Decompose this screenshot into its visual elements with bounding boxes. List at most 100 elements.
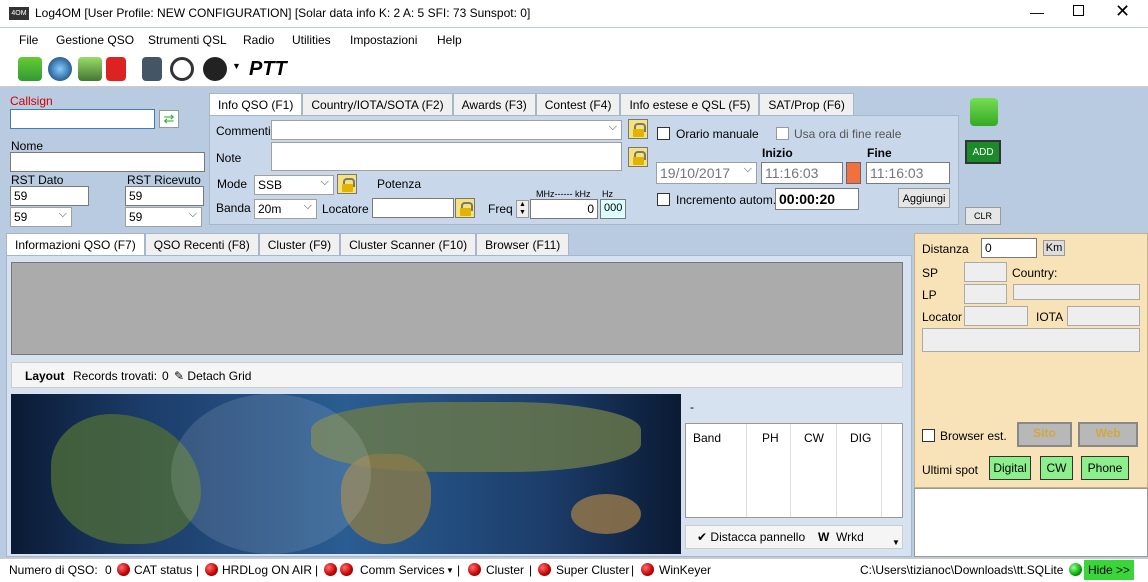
- commenti-select[interactable]: [271, 120, 622, 140]
- date-picker[interactable]: 19/10/2017: [656, 162, 757, 184]
- qso-grid[interactable]: [11, 262, 903, 355]
- tab-info-qso[interactable]: Info QSO (F1): [209, 93, 303, 115]
- cw-button[interactable]: CW: [1040, 456, 1073, 480]
- tab-cluster-scanner[interactable]: Cluster Scanner (F10): [340, 233, 477, 255]
- headset-icon[interactable]: [170, 57, 194, 81]
- note-textarea[interactable]: [271, 142, 622, 171]
- night-shadow: [171, 394, 371, 554]
- locator-input[interactable]: [964, 306, 1028, 326]
- hide-button[interactable]: Hide >>: [1084, 560, 1134, 580]
- layout-label[interactable]: Layout: [25, 369, 64, 383]
- duration-input[interactable]: 00:00:20: [775, 188, 859, 210]
- end-time-input[interactable]: 11:16:03: [866, 162, 950, 184]
- start-time-input[interactable]: 11:16:03: [761, 162, 843, 184]
- hrdlog-status-icon: [205, 563, 218, 576]
- rst-sent-select[interactable]: 59: [10, 207, 72, 227]
- menu-help[interactable]: Help: [437, 33, 462, 47]
- country-input[interactable]: [1013, 284, 1140, 300]
- tab-cluster[interactable]: Cluster (F9): [258, 233, 341, 255]
- maximize-button[interactable]: [1073, 5, 1084, 16]
- lookup-icon[interactable]: ⇄: [159, 110, 179, 128]
- menu-radio[interactable]: Radio: [243, 33, 274, 47]
- world-map[interactable]: [11, 394, 681, 554]
- callsign-input[interactable]: [10, 109, 155, 129]
- banda-select[interactable]: 20m: [254, 199, 317, 219]
- chevron-down-icon[interactable]: ▼: [232, 61, 241, 71]
- spot-list[interactable]: [914, 488, 1148, 557]
- clr-button[interactable]: CLR: [965, 207, 1001, 225]
- iota-input[interactable]: [1067, 306, 1140, 326]
- web-button[interactable]: Web: [1078, 422, 1138, 447]
- tab-qso-recenti[interactable]: QSO Recenti (F8): [144, 233, 259, 255]
- winkeyer-label[interactable]: WinKeyer: [659, 563, 711, 577]
- super-cluster-label[interactable]: Super Cluster: [556, 563, 629, 577]
- digital-button[interactable]: Digital: [989, 456, 1031, 480]
- comm-services-label[interactable]: Comm Services: [360, 563, 445, 577]
- mode-select[interactable]: SSB: [254, 175, 334, 195]
- scroll-down-icon[interactable]: ▼: [892, 538, 900, 547]
- nome-input[interactable]: [10, 152, 205, 172]
- cluster-label[interactable]: Cluster: [486, 563, 524, 577]
- hrdlog-label[interactable]: HRDLog ON AIR: [222, 563, 312, 577]
- tab-info-estese-qsl[interactable]: Info estese e QSL (F5): [620, 93, 760, 115]
- robot-icon[interactable]: [142, 57, 162, 81]
- info-input[interactable]: [922, 328, 1140, 352]
- usa-ora-checkbox[interactable]: [776, 127, 789, 140]
- rst-sent-input[interactable]: 59: [10, 186, 89, 206]
- aggiungi-button[interactable]: Aggiungi: [898, 188, 950, 208]
- menu-gestione-qso[interactable]: Gestione QSO: [56, 33, 134, 47]
- incremento-checkbox[interactable]: [657, 193, 670, 206]
- save-icon[interactable]: [970, 98, 998, 126]
- book-icon[interactable]: [78, 57, 102, 81]
- tab-sat-prop[interactable]: SAT/Prop (F6): [759, 93, 854, 115]
- locatore-input[interactable]: [372, 198, 454, 218]
- satellite-dish-icon[interactable]: [203, 57, 227, 81]
- browser-est-checkbox[interactable]: [922, 429, 935, 442]
- freq-input[interactable]: 0: [530, 199, 598, 219]
- freq-spinner[interactable]: ▲ ▼: [516, 200, 529, 218]
- detach-panel-button[interactable]: ✔ Distacca pannello: [697, 530, 805, 544]
- tab-informazioni-qso[interactable]: Informazioni QSO (F7): [6, 233, 145, 255]
- lock-icon[interactable]: [628, 119, 648, 139]
- sito-button[interactable]: Sito: [1017, 422, 1072, 447]
- wifi-icon[interactable]: [18, 57, 42, 81]
- mailbox-icon[interactable]: [106, 57, 126, 81]
- ultimi-spot-label: Ultimi spot: [922, 463, 979, 477]
- ptt-button[interactable]: PTT: [249, 58, 287, 81]
- stop-button[interactable]: [846, 162, 861, 184]
- rst-rcvd-select[interactable]: 59: [125, 207, 202, 227]
- tab-awards[interactable]: Awards (F3): [452, 93, 536, 115]
- phone-button[interactable]: Phone: [1081, 456, 1129, 480]
- tab-browser[interactable]: Browser (F11): [476, 233, 570, 255]
- orario-manuale-checkbox[interactable]: [657, 127, 670, 140]
- sp-input[interactable]: [964, 262, 1007, 282]
- cat-status-label[interactable]: CAT status: [134, 563, 192, 577]
- add-button[interactable]: ADD: [965, 140, 1001, 164]
- cluster-status-icon: [468, 563, 481, 576]
- close-button[interactable]: ✕: [1115, 1, 1130, 22]
- divider: [790, 424, 791, 517]
- tab-country-iota-sota[interactable]: Country/IOTA/SOTA (F2): [302, 93, 453, 115]
- detach-panel-label: Distacca pannello: [710, 530, 806, 544]
- rst-rcvd-input[interactable]: 59: [125, 186, 204, 206]
- lp-input[interactable]: [964, 284, 1007, 304]
- distanza-input[interactable]: 0: [981, 238, 1037, 258]
- cat-status-icon: [117, 563, 130, 576]
- detach-grid-button[interactable]: ✎ Detach Grid: [174, 369, 251, 383]
- lock-icon[interactable]: [455, 198, 475, 218]
- globe-icon[interactable]: [48, 57, 72, 81]
- lock-icon[interactable]: [628, 147, 648, 167]
- menu-impostazioni[interactable]: Impostazioni: [350, 33, 417, 47]
- cw-header: CW: [804, 431, 824, 445]
- hz-input[interactable]: 000: [600, 199, 626, 219]
- minimize-button[interactable]: —: [1030, 4, 1044, 20]
- tab-contest[interactable]: Contest (F4): [535, 93, 621, 115]
- rst-rcvd-label: RST Ricevuto: [127, 173, 201, 187]
- km-button[interactable]: Km: [1043, 240, 1065, 256]
- chevron-down-icon[interactable]: ▼: [446, 566, 454, 575]
- menu-utilities[interactable]: Utilities: [292, 33, 331, 47]
- menu-strumenti-qsl[interactable]: Strumenti QSL: [148, 33, 227, 47]
- lock-icon[interactable]: [337, 174, 357, 194]
- menu-file[interactable]: File: [19, 33, 38, 47]
- check-icon: ✔: [697, 530, 708, 544]
